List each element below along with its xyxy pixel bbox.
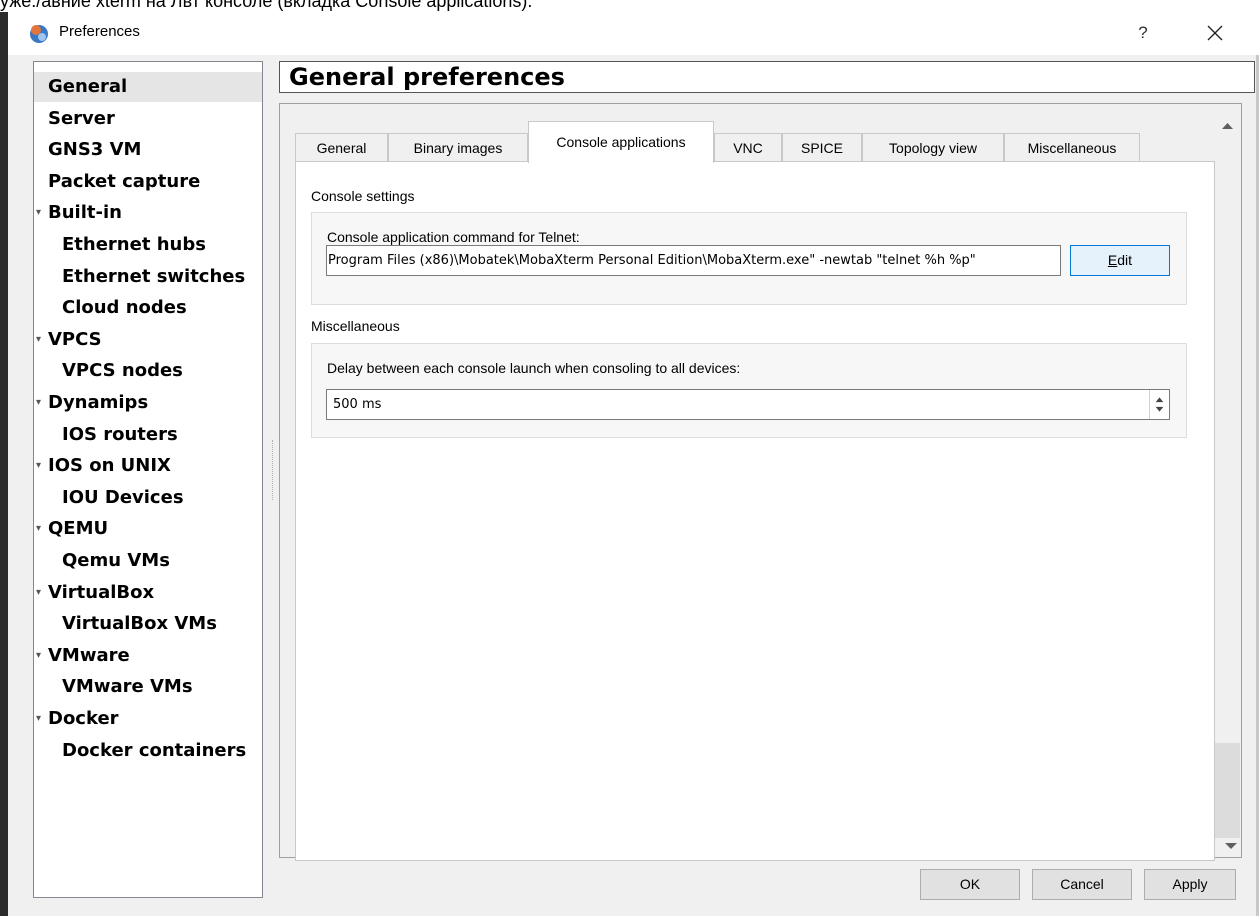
tab-miscellaneous[interactable]: Miscellaneous xyxy=(1004,133,1140,161)
tab-console-applications[interactable]: Console applications xyxy=(528,121,714,163)
nav-item-label: VMware xyxy=(48,644,130,666)
expand-arrow-icon[interactable]: ▾ xyxy=(36,451,41,481)
outer-scroll-down-arrow-icon[interactable] xyxy=(1221,838,1241,854)
close-icon[interactable] xyxy=(1197,16,1233,50)
nav-item-label: GNS3 VM xyxy=(48,139,142,161)
nav-item-label: Docker containers xyxy=(62,739,247,761)
nav-item-label: IOS routers xyxy=(62,423,178,445)
delay-value: 500 ms xyxy=(333,397,382,412)
nav-item-label: VPCS xyxy=(48,328,102,350)
background-text: уже./авние xterm на Лвт консоле (вкладка… xyxy=(0,0,533,11)
nav-item-label: QEMU xyxy=(48,518,109,540)
spin-arrows-icon[interactable] xyxy=(1149,390,1169,419)
window-left-edge xyxy=(0,12,8,916)
nav-item-label: Dynamips xyxy=(48,392,149,413)
nav-item-label: Cloud nodes xyxy=(62,297,187,319)
cancel-button[interactable]: Cancel xyxy=(1032,869,1132,900)
nav-item[interactable]: General xyxy=(34,72,262,102)
nav-item-label: Ethernet switches xyxy=(62,265,246,287)
background-text-strip: уже./авние xterm на Лвт консоле (вкладка… xyxy=(0,0,1259,12)
expand-arrow-icon[interactable]: ▾ xyxy=(36,325,41,355)
nav-item-label: Ethernet hubs xyxy=(62,234,206,255)
expand-arrow-icon[interactable]: ▾ xyxy=(36,198,41,228)
delay-spinbox[interactable]: 500 ms xyxy=(326,389,1170,420)
nav-item-label: Server xyxy=(48,107,115,129)
expand-arrow-icon[interactable]: ▾ xyxy=(36,578,41,608)
gns3-app-icon xyxy=(30,25,48,43)
telnet-command-label: Console application command for Telnet: xyxy=(327,229,580,245)
splitter-handle[interactable] xyxy=(272,440,274,500)
nav-item-label: IOU Devices xyxy=(62,486,184,508)
telnet-command-input[interactable]: Program Files (x86)\Mobatek\MobaXterm Pe… xyxy=(326,245,1061,276)
help-button[interactable]: ? xyxy=(1125,16,1161,50)
nav-item-label: General xyxy=(48,76,128,97)
window-title: Preferences xyxy=(59,23,140,40)
nav-item-label: Built-in xyxy=(48,202,122,224)
expand-arrow-icon[interactable]: ▾ xyxy=(36,704,41,734)
delay-label: Delay between each console launch when c… xyxy=(327,360,741,376)
vertical-scrollbar[interactable] xyxy=(1214,115,1241,856)
edit-label: dit xyxy=(1117,252,1133,268)
title-bar[interactable]: Preferences ? xyxy=(8,12,1259,55)
tab-general[interactable]: General xyxy=(295,133,388,161)
nav-item-label: Packet capture xyxy=(48,170,201,192)
apply-button[interactable]: Apply xyxy=(1144,869,1236,900)
nav-item-label: VMware VMs xyxy=(62,676,193,698)
expand-arrow-icon[interactable]: ▾ xyxy=(36,514,41,544)
page-title: General preferences xyxy=(289,63,565,91)
ok-button[interactable]: OK xyxy=(920,869,1020,900)
preferences-nav-tree[interactable]: General Server GNS3 VM Packet capture ▾ Built… xyxy=(33,61,263,898)
nav-item-label: IOS on UNIX xyxy=(48,455,171,477)
page-header: General preferences xyxy=(279,61,1255,93)
tab-binary-images[interactable]: Binary images xyxy=(388,133,528,161)
nav-item-label: VirtualBox xyxy=(48,581,155,603)
console-settings-group-label: Console settings xyxy=(311,188,415,204)
tab-topology-view[interactable]: Topology view xyxy=(862,133,1004,161)
nav-item-label: VirtualBox VMs xyxy=(62,613,217,635)
edit-mnemonic: E xyxy=(1107,252,1118,268)
edit-button[interactable]: Edit xyxy=(1070,245,1170,276)
expand-arrow-icon[interactable]: ▾ xyxy=(36,641,41,671)
scroll-thumb xyxy=(1215,743,1240,838)
nav-item-label: Qemu VMs xyxy=(62,550,170,571)
tab-vnc[interactable]: VNC xyxy=(714,133,782,161)
tab-spice[interactable]: SPICE xyxy=(782,133,862,161)
expand-arrow-icon[interactable]: ▾ xyxy=(36,388,41,418)
nav-item-label: Docker xyxy=(48,708,119,729)
nav-item-label: VPCS nodes xyxy=(62,360,183,382)
miscellaneous-group-label: Miscellaneous xyxy=(311,318,400,334)
